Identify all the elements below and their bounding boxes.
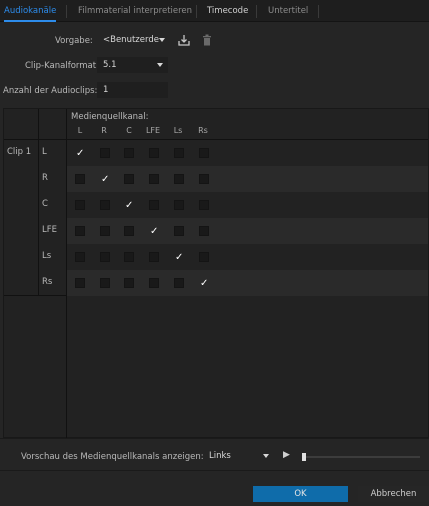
channel-checkbox[interactable] xyxy=(100,226,110,236)
grid-line xyxy=(38,109,39,295)
row-label: L xyxy=(42,147,47,157)
preview-label: Vorschau des Medienquellkanals anzeigen: xyxy=(21,452,204,462)
channel-checkbox[interactable] xyxy=(199,226,209,236)
channel-checkbox[interactable] xyxy=(75,252,85,262)
chevron-down-icon xyxy=(159,38,165,42)
clip-label: Clip 1 xyxy=(7,147,32,157)
channel-checkbox[interactable] xyxy=(149,200,159,210)
channel-checkbox[interactable] xyxy=(199,252,209,262)
channel-checkbox[interactable] xyxy=(174,226,184,236)
source-channel-header: Medienquellkanal: xyxy=(71,112,149,122)
channel-checkbox[interactable] xyxy=(100,148,110,158)
channel-checkbox[interactable]: ✓ xyxy=(75,148,85,159)
tab-audio-channels[interactable]: Audiokanäle xyxy=(4,0,57,22)
channel-checkbox[interactable]: ✓ xyxy=(199,278,209,289)
channel-checkbox[interactable] xyxy=(199,174,209,184)
chevron-down-icon xyxy=(263,454,269,458)
channel-checkbox[interactable] xyxy=(124,278,134,288)
channel-checkbox[interactable] xyxy=(124,174,134,184)
clip-format-label: Clip-Kanalformat xyxy=(25,61,97,71)
tab-subtitles[interactable]: Untertitel xyxy=(268,0,308,22)
preview-progress-track[interactable] xyxy=(302,456,420,458)
ok-button[interactable]: OK xyxy=(253,486,348,502)
column-header: Ls xyxy=(173,126,183,135)
tab-bar: Audiokanäle Filmmaterial interpretieren … xyxy=(0,0,429,22)
channel-checkbox[interactable] xyxy=(174,200,184,210)
channel-checkbox[interactable] xyxy=(149,148,159,158)
channel-checkbox[interactable] xyxy=(174,174,184,184)
channel-checkbox[interactable] xyxy=(124,252,134,262)
preset-label: Vorgabe: xyxy=(55,36,93,46)
row-label: R xyxy=(42,173,48,183)
channel-checkbox[interactable] xyxy=(124,148,134,158)
row-label: Ls xyxy=(42,251,52,261)
tab-divider xyxy=(196,5,197,18)
preview-progress-knob[interactable] xyxy=(302,453,306,461)
channel-checkbox[interactable] xyxy=(199,200,209,210)
channel-checkbox[interactable] xyxy=(174,278,184,288)
preset-dropdown[interactable]: <Benutzerde xyxy=(97,32,168,48)
row-label: LFE xyxy=(42,225,57,235)
preview-channel-dropdown[interactable]: Links xyxy=(203,448,274,464)
channel-checkbox[interactable] xyxy=(75,278,85,288)
channel-checkbox[interactable] xyxy=(100,278,110,288)
preview-channel-value: Links xyxy=(209,451,231,461)
tab-divider xyxy=(256,5,257,18)
tab-timecode[interactable]: Timecode xyxy=(207,0,248,22)
channel-checkbox[interactable]: ✓ xyxy=(149,226,159,237)
chevron-down-icon xyxy=(157,63,163,67)
tab-interpret-footage[interactable]: Filmmaterial interpretieren xyxy=(78,0,192,22)
channel-checkbox[interactable] xyxy=(149,174,159,184)
divider xyxy=(0,438,429,439)
column-header: C xyxy=(126,126,132,135)
column-header: R xyxy=(101,126,107,135)
channel-checkbox[interactable] xyxy=(149,252,159,262)
column-header: LFE xyxy=(145,126,161,135)
cancel-button[interactable]: Abbrechen xyxy=(358,486,429,502)
channel-checkbox[interactable] xyxy=(75,226,85,236)
audio-clips-value: 1 xyxy=(103,85,109,95)
clip-format-value: 5.1 xyxy=(103,60,117,70)
save-preset-icon[interactable] xyxy=(178,34,190,46)
audio-clips-input[interactable]: 1 xyxy=(97,82,168,98)
channel-checkbox[interactable] xyxy=(100,252,110,262)
clip-format-dropdown[interactable]: 5.1 xyxy=(97,57,168,73)
column-header: Rs xyxy=(198,126,208,135)
channel-checkbox[interactable]: ✓ xyxy=(174,252,184,263)
channel-checkbox[interactable]: ✓ xyxy=(100,174,110,185)
channel-checkbox[interactable] xyxy=(75,200,85,210)
divider xyxy=(0,470,429,471)
channel-checkbox[interactable] xyxy=(149,278,159,288)
channel-checkbox[interactable] xyxy=(124,226,134,236)
tab-divider xyxy=(318,5,319,18)
row-label: C xyxy=(42,199,48,209)
grid-line xyxy=(4,139,428,140)
channel-matrix: Medienquellkanal: L R C LFE Ls Rs Clip 1… xyxy=(3,108,429,439)
tab-divider xyxy=(66,5,67,18)
channel-checkbox[interactable]: ✓ xyxy=(124,200,134,211)
row-band xyxy=(67,270,428,296)
grid-line xyxy=(4,295,66,296)
channel-checkbox[interactable] xyxy=(100,200,110,210)
preset-value: <Benutzerde xyxy=(103,35,159,45)
row-band xyxy=(67,166,428,192)
channel-checkbox[interactable] xyxy=(199,148,209,158)
trash-icon[interactable] xyxy=(202,34,212,46)
row-label: Rs xyxy=(42,277,53,287)
channel-checkbox[interactable] xyxy=(75,174,85,184)
audio-clips-label: Anzahl der Audioclips: xyxy=(3,86,98,96)
row-band xyxy=(67,218,428,244)
column-header: L xyxy=(77,126,83,135)
play-icon[interactable]: ▶ xyxy=(283,450,290,460)
channel-checkbox[interactable] xyxy=(174,148,184,158)
